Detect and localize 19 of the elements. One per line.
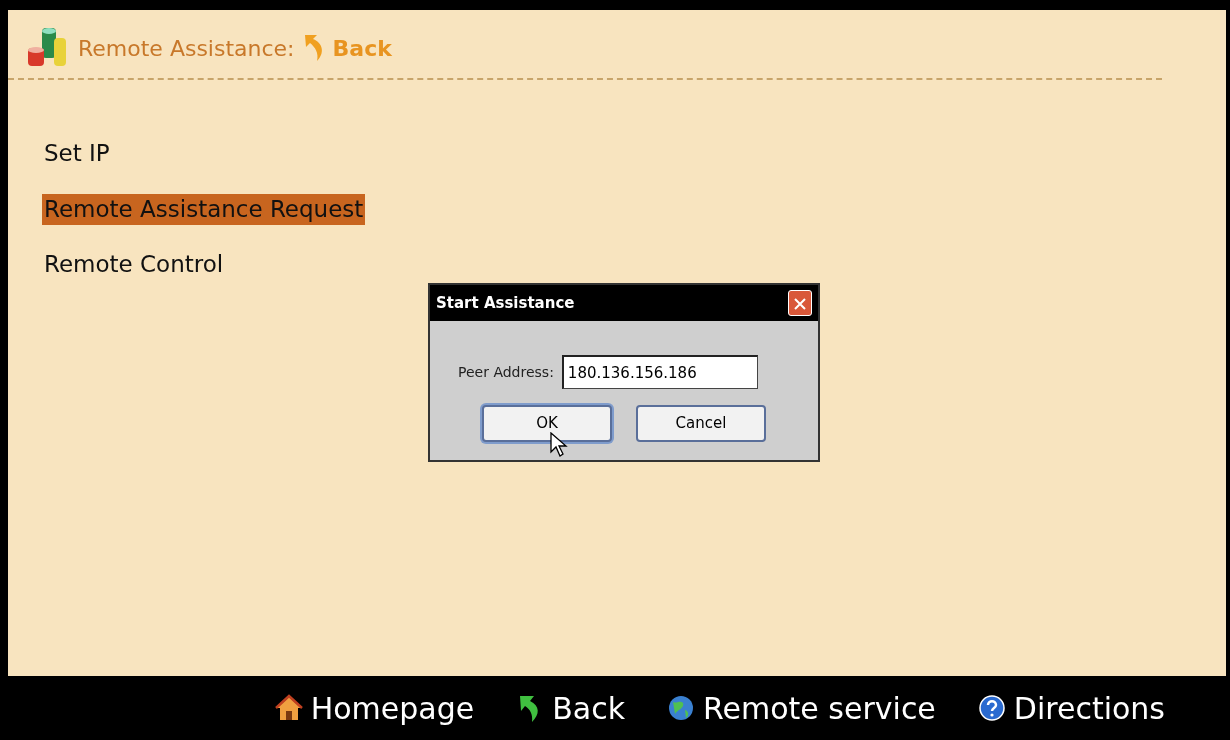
close-icon <box>794 297 806 310</box>
page-title: Remote Assistance: <box>78 34 295 63</box>
peer-address-field[interactable]: 180.136.156.186 <box>561 355 758 389</box>
globe-icon <box>667 694 696 722</box>
field-label: Peer Address: <box>458 362 554 382</box>
toolbar-button[interactable]: Remote service <box>661 684 942 732</box>
dialog-button[interactable]: Cancel <box>636 405 766 442</box>
dialog-title: Start Assistance <box>436 292 575 314</box>
toolbar-button[interactable]: Back <box>510 684 632 732</box>
house-icon <box>274 694 303 722</box>
close-button[interactable] <box>788 290 812 316</box>
menu-item[interactable]: Remote Assistance Request <box>42 193 366 226</box>
toolbar-button[interactable]: Directions <box>971 684 1171 732</box>
menu-item[interactable]: Remote Control <box>42 249 226 281</box>
toolbar-button[interactable]: Homepage <box>268 684 481 732</box>
mouse-pointer-icon <box>550 432 568 458</box>
help-icon <box>977 694 1006 722</box>
dialog-button[interactable]: OK <box>482 405 612 442</box>
menu-item[interactable]: Set IP <box>42 138 112 170</box>
